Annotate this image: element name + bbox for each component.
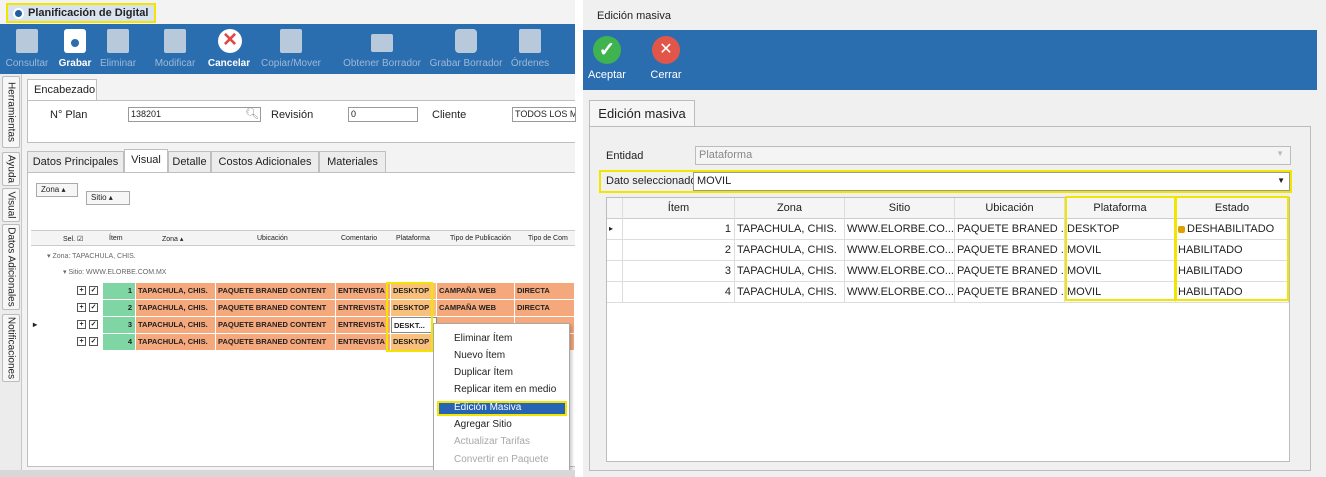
dato-label: Dato seleccionado [606,175,697,187]
select-checkbox[interactable]: ✓ [89,303,98,312]
table-row[interactable]: + ✓ 2 TAPACHULA, CHIS. PAQUETE BRANED CON… [31,300,575,316]
col-tipo-publicacion[interactable]: Tipo de Publicación [450,235,511,242]
grabar-button[interactable]: Grabar [56,24,94,74]
search-icon[interactable]: 🔍︎ [245,107,259,120]
menu-nuevo-item[interactable]: Nuevo Ítem [454,350,505,361]
obtener-borrador-button[interactable]: Obtener Borrador [340,24,424,74]
save-draft-icon [455,29,477,53]
side-tab-visual[interactable]: Visual [2,188,20,222]
tab-datos-principales[interactable]: Datos Principales [27,151,124,173]
col-indicator [607,198,623,219]
status-bar [0,470,575,477]
col-tipo-com[interactable]: Tipo de Com [528,235,568,242]
col-zona[interactable]: Zona ▴ [162,235,183,243]
entidad-field[interactable]: Plataforma ▼ [695,146,1291,165]
copy-icon [280,29,302,53]
modificar-button[interactable]: Modificar [152,24,198,74]
delete-doc-icon [107,29,129,53]
menu-replicar-item[interactable]: Replicar item en medio [454,384,556,395]
eliminar-button[interactable]: Eliminar [96,24,140,74]
expand-icon[interactable]: + [77,320,86,329]
col-plataforma[interactable]: Plataforma [396,235,430,242]
dato-select[interactable]: MOVIL ▼ [693,172,1290,191]
dialog-title: Edición masiva [597,10,671,22]
col-item[interactable]: Ítem [109,235,123,242]
folder-icon [371,34,393,52]
tab-materiales[interactable]: Materiales [319,151,386,173]
menu-agregar-sitio[interactable]: Agregar Sitio [454,419,512,430]
header-panel: N° Plan 138201 🔍︎ Revisión 0 Cliente TOD… [27,100,576,143]
ordenes-button[interactable]: Órdenes [508,24,552,74]
expand-icon[interactable]: + [77,286,86,295]
plan-field[interactable]: 138201 [128,107,261,122]
cancelar-button[interactable]: Cancelar [206,24,252,74]
detail-tabs: Datos Principales Visual Detalle Costos … [27,149,575,173]
cancel-icon [218,26,242,54]
main-ribbon: Consultar Grabar Eliminar Modificar Canc… [0,24,575,74]
grabar-borrador-button[interactable]: Grabar Borrador [428,24,504,74]
col-sel[interactable]: Sel. ☑ [63,235,83,243]
context-menu: Eliminar Ítem Nuevo Ítem Duplicar Ítem R… [433,323,570,473]
col-ubicacion[interactable]: Ubicación [955,198,1065,219]
menu-edicion-masiva[interactable]: Edición Masiva [454,402,521,413]
menu-eliminar-item[interactable]: Eliminar Ítem [454,333,512,344]
side-tab-herramientas[interactable]: Herramientas [2,76,20,148]
tab-costos-adicionales[interactable]: Costos Adicionales [211,151,319,173]
menu-duplicar-item[interactable]: Duplicar Ítem [454,367,513,378]
check-icon [593,36,621,64]
cliente-field[interactable]: TODOS LOS ME [512,107,576,122]
group-row-sitio[interactable]: ▾ Sitio: WWW.ELORBE.COM.MX [63,268,166,276]
revision-label: Revisión [271,109,314,121]
consultar-button[interactable]: Consultar [2,24,52,74]
select-checkbox[interactable]: ✓ [89,286,98,295]
aceptar-button[interactable]: Aceptar [587,36,627,81]
search-doc-icon [16,29,38,53]
group-by-zona[interactable]: Zona ▴ [36,183,78,197]
chevron-down-icon: ▼ [1277,176,1285,185]
orders-icon [519,29,541,53]
revision-field[interactable]: 0 [348,107,418,122]
select-checkbox[interactable]: ✓ [89,320,98,329]
document-tab[interactable]: Planificación de Digital [6,3,156,23]
col-comentario[interactable]: Comentario [341,235,377,242]
select-checkbox[interactable]: ✓ [89,337,98,346]
save-icon [64,29,86,53]
close-icon [652,36,680,64]
group-by-sitio[interactable]: Sitio ▴ [86,191,130,205]
table-row[interactable]: + ✓ 1 TAPACHULA, CHIS. PAQUETE BRANED CON… [31,283,575,299]
plataforma-highlight [386,282,433,352]
group-row-zona[interactable]: ▾ Zona: TAPACHULA, CHIS. [47,252,136,260]
menu-actualizar-tarifas[interactable]: Actualizar Tarifas [454,436,530,447]
menu-convertir-paquete[interactable]: Convertir en Paquete [454,454,549,465]
row-indicator-icon: ▸ [607,219,623,240]
tab-visual[interactable]: Visual [124,149,168,173]
cerrar-button[interactable]: Cerrar [649,36,683,81]
dialog-ribbon: Aceptar Cerrar [583,30,1317,90]
edit-icon [164,29,186,53]
col-zona[interactable]: Zona [735,198,845,219]
tab-detalle[interactable]: Detalle [168,151,211,173]
side-tab-datos-adicionales[interactable]: Datos Adicionales [2,224,20,310]
cliente-label: Cliente [432,109,467,121]
col-item[interactable]: Ítem [623,198,735,219]
tab-edicion-masiva[interactable]: Edición masiva [589,100,695,127]
col-ubicacion[interactable]: Ubicación [257,235,288,242]
side-tab-notificaciones[interactable]: Notificaciones [2,314,20,382]
tab-encabezado[interactable]: Encabezado [27,79,97,101]
col-sitio[interactable]: Sitio [845,198,955,219]
plataforma-column-highlight [1065,196,1176,301]
side-panel: Herramientas Ayuda Visual Datos Adiciona… [0,74,22,474]
entidad-label: Entidad [606,150,644,162]
app-icon [13,8,24,19]
expand-icon[interactable]: + [77,337,86,346]
side-tab-ayuda[interactable]: Ayuda [2,152,20,186]
estado-column-highlight [1175,196,1289,301]
copiar-mover-button[interactable]: Copiar/Mover [258,24,324,74]
row-indicator-icon: ▸ [33,320,38,329]
plan-label: N° Plan [50,109,88,121]
grid-header: Sel. ☑ Ítem Zona ▴ Ubicación Comentario … [31,230,575,246]
chevron-down-icon: ▼ [1276,149,1284,158]
expand-icon[interactable]: + [77,303,86,312]
